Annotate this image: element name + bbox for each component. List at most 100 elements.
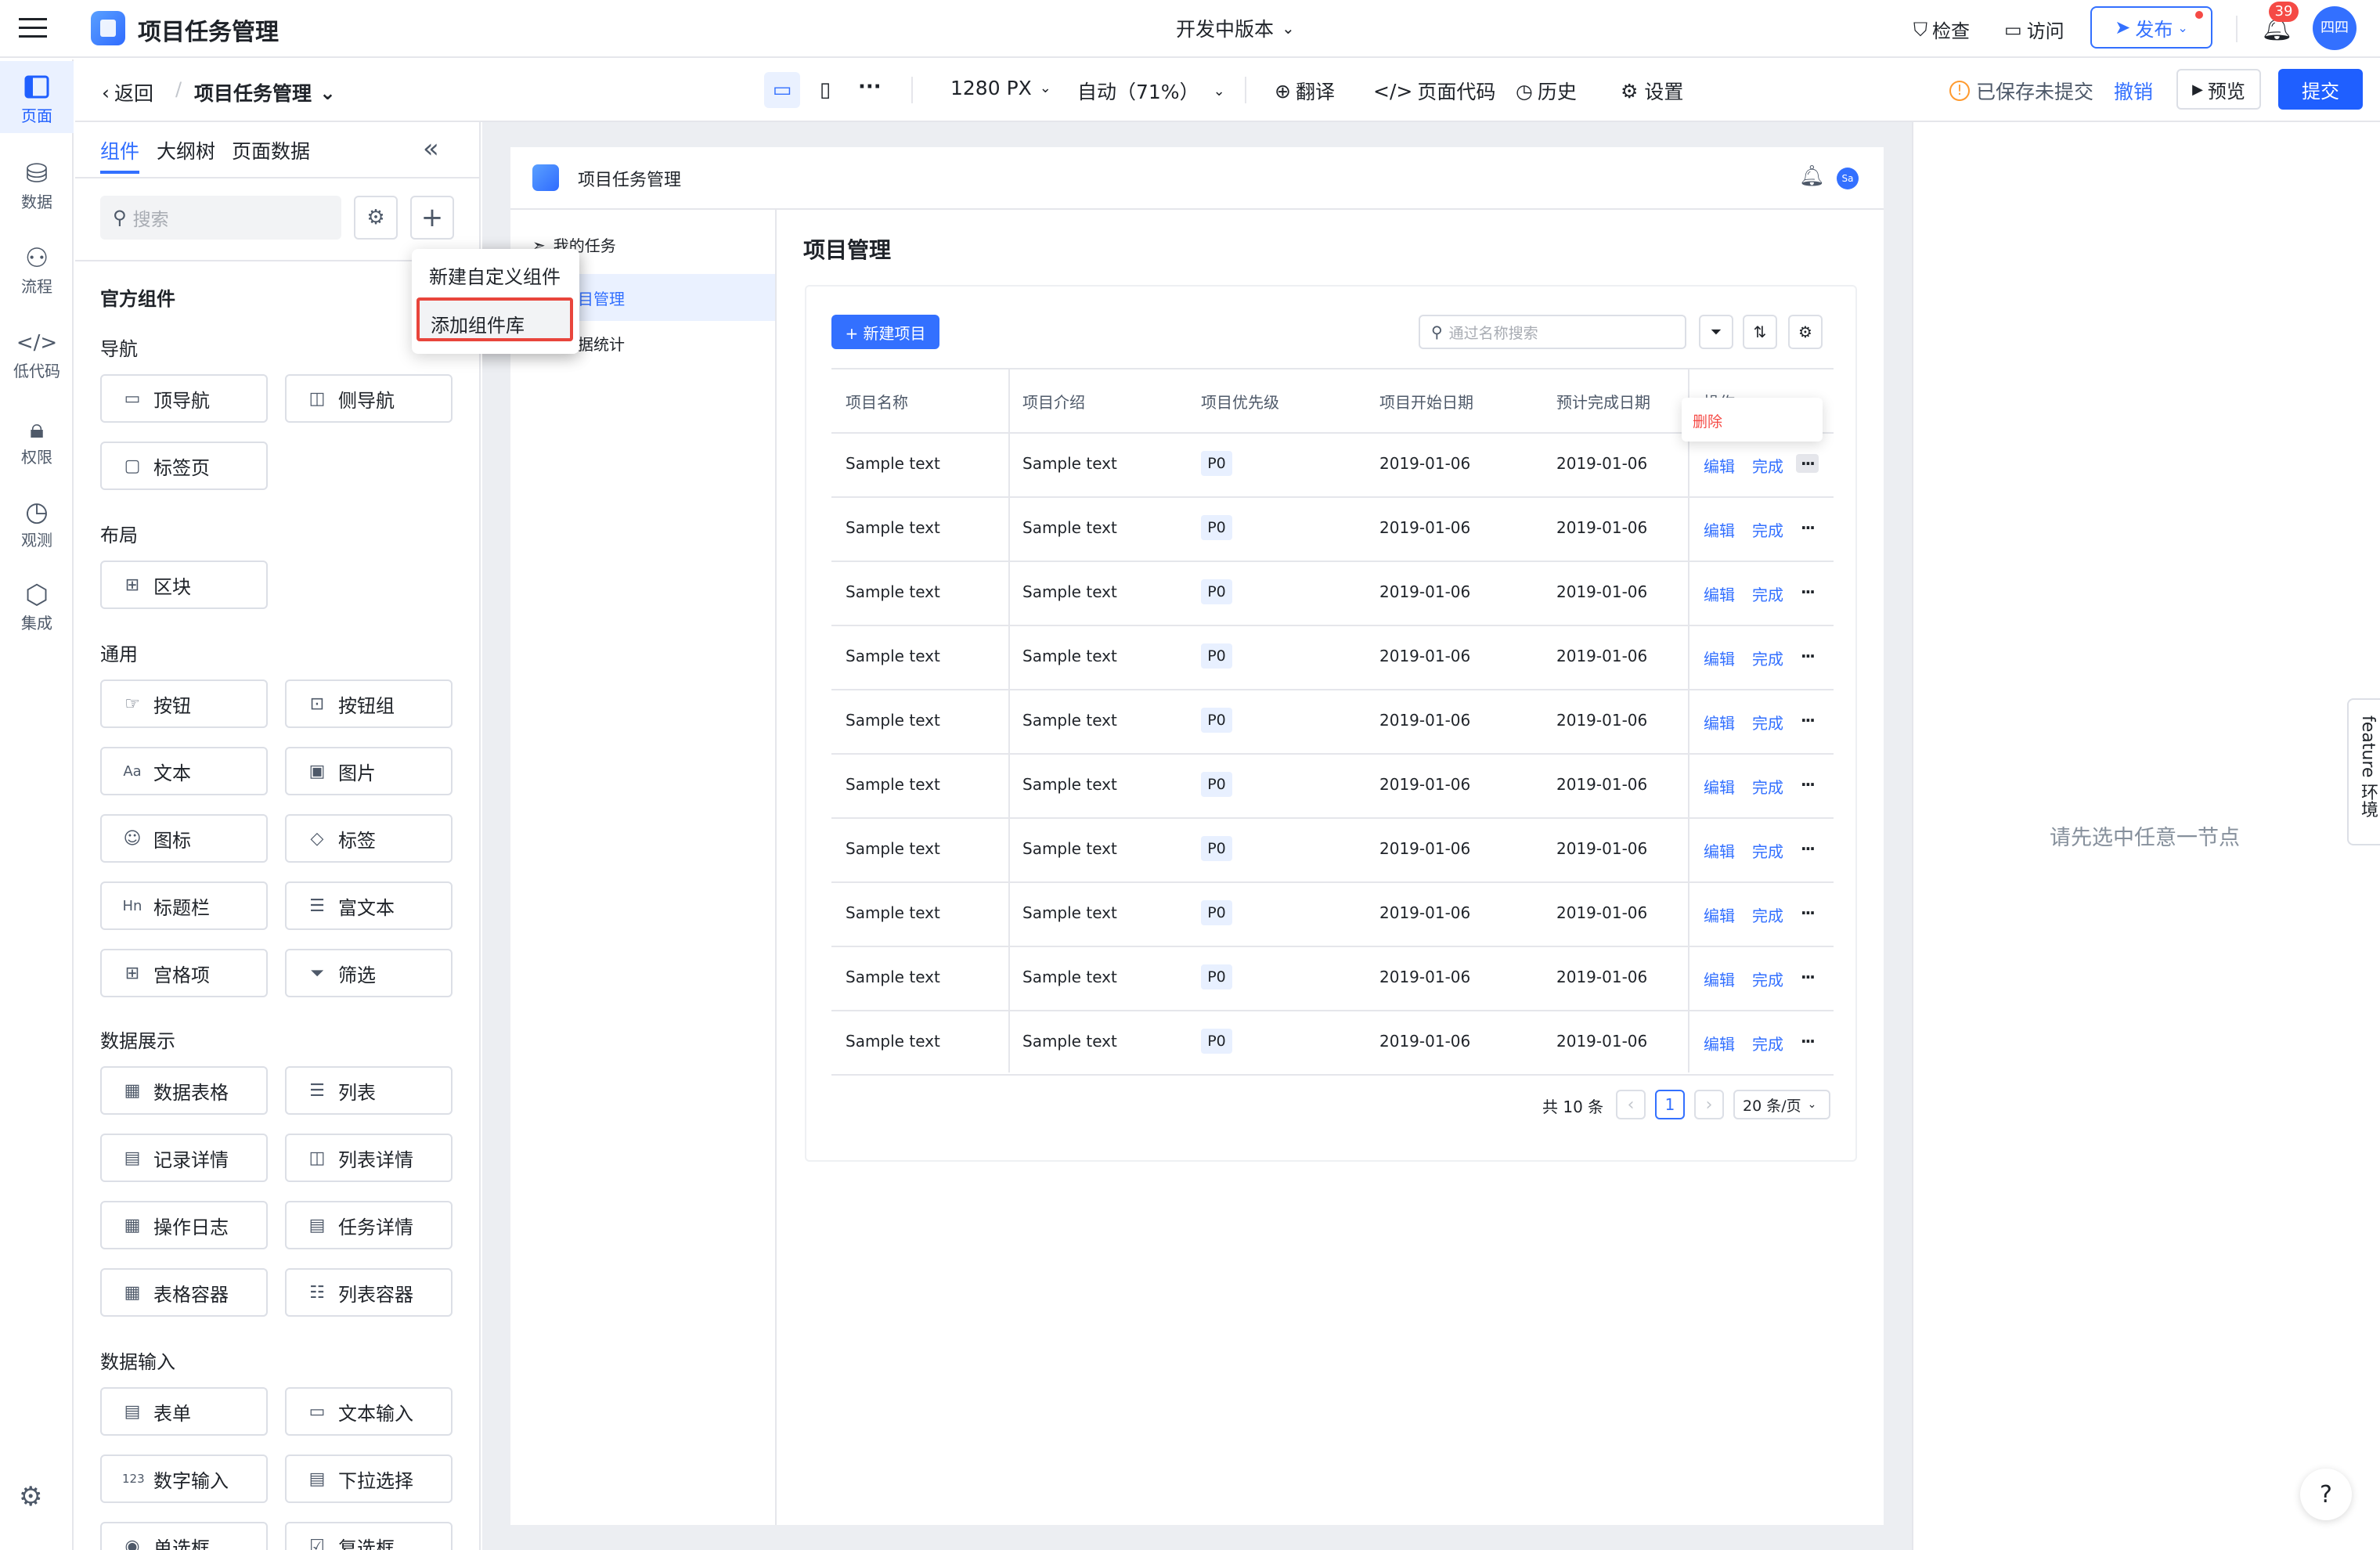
comp-text[interactable]: Aa 文本 — [100, 747, 268, 795]
more-actions-icon[interactable]: ··· — [1801, 775, 1816, 794]
page-code-button[interactable]: </> 页面代码 — [1373, 77, 1495, 105]
add-button[interactable]: + — [410, 196, 454, 240]
edit-link[interactable]: 编辑 — [1704, 518, 1735, 541]
edit-link[interactable]: 编辑 — [1704, 903, 1735, 926]
more-icon[interactable]: ··· — [858, 75, 882, 99]
comp-list-container[interactable]: ☷ 列表容器 — [285, 1268, 453, 1317]
comp-form[interactable]: ▤ 表单 — [100, 1387, 268, 1436]
feature-env-tab[interactable]: feature 环境 — [2347, 698, 2380, 845]
edit-link[interactable]: 编辑 — [1704, 454, 1735, 477]
search-input[interactable]: 搜索 — [133, 204, 169, 231]
page-1-button[interactable]: 1 — [1655, 1090, 1685, 1119]
comp-grid-item[interactable]: ⊞ 宫格项 — [100, 949, 268, 997]
more-actions-icon[interactable]: ··· — [1796, 454, 1819, 473]
filter-button[interactable]: ⏷ — [1699, 315, 1733, 349]
more-actions-icon[interactable]: ··· — [1801, 839, 1816, 858]
preview-button[interactable]: ▶ 预览 — [2176, 69, 2261, 110]
more-actions-icon[interactable]: ··· — [1801, 582, 1816, 601]
rail-item-flow[interactable]: ⚇ 流程 — [0, 243, 74, 297]
comp-block[interactable]: ⊞ 区块 — [100, 561, 268, 609]
done-link[interactable]: 完成 — [1752, 518, 1783, 541]
comp-dropdown[interactable]: ▤ 下拉选择 — [285, 1454, 453, 1503]
settings-gear-icon[interactable]: ⚙ — [19, 1481, 42, 1512]
table-settings-button[interactable]: ⚙ — [1788, 315, 1823, 349]
comp-list[interactable]: ☰ 列表 — [285, 1066, 453, 1115]
more-actions-icon[interactable]: ··· — [1801, 647, 1816, 665]
prev-page-button[interactable]: ‹ — [1616, 1090, 1646, 1119]
edit-link[interactable]: 编辑 — [1704, 968, 1735, 990]
comp-data-table[interactable]: ▦ 数据表格 — [100, 1066, 268, 1115]
comp-image[interactable]: ▣ 图片 — [285, 747, 453, 795]
desktop-view-button[interactable]: ▭ — [764, 72, 800, 108]
comp-record-detail[interactable]: ▤ 记录详情 — [100, 1134, 268, 1182]
preview-bell-icon[interactable]: 🔔︎ — [1799, 164, 1825, 188]
zoom-selector[interactable]: 自动（71%） ⌄ — [1077, 77, 1225, 105]
comp-title-bar[interactable]: Hn 标题栏 — [100, 881, 268, 930]
rail-item-lowcode[interactable]: </> 低代码 — [0, 327, 74, 381]
done-link[interactable]: 完成 — [1752, 582, 1783, 605]
menu-item-add-library[interactable]: 添加组件库 — [416, 297, 573, 341]
page-size-select[interactable]: 20 条/页 ⌄ — [1733, 1090, 1830, 1119]
more-actions-icon[interactable]: ··· — [1801, 711, 1816, 730]
delete-action[interactable]: 删除 — [1693, 410, 1722, 431]
check-button[interactable]: ⛉ 检查 — [1913, 16, 1970, 43]
publish-button[interactable]: ➤ 发布 ⌄ — [2090, 6, 2212, 49]
new-project-button[interactable]: + 新建项目 — [831, 315, 939, 349]
help-icon[interactable]: ? — [2300, 1469, 2352, 1520]
comp-icon[interactable]: ☺ 图标 — [100, 814, 268, 863]
done-link[interactable]: 完成 — [1752, 647, 1783, 669]
page-selector[interactable]: 项目任务管理 ⌄ — [194, 78, 336, 106]
collapse-icon[interactable]: « — [423, 133, 439, 164]
more-actions-icon[interactable]: ··· — [1801, 1032, 1816, 1051]
settings-gear-icon[interactable]: ⚙ — [354, 196, 398, 240]
comp-number-input[interactable]: 123 数字输入 — [100, 1454, 268, 1503]
edit-link[interactable]: 编辑 — [1704, 1032, 1735, 1054]
rail-item-integration[interactable]: ⬡ 集成 — [0, 579, 74, 633]
done-link[interactable]: 完成 — [1752, 903, 1783, 926]
edit-link[interactable]: 编辑 — [1704, 647, 1735, 669]
comp-side-nav[interactable]: ◫ 侧导航 — [285, 374, 453, 423]
edit-link[interactable]: 编辑 — [1704, 775, 1735, 798]
mobile-view-button[interactable]: ▯ — [810, 72, 841, 108]
project-search-input[interactable]: ⚲ 通过名称搜索 — [1419, 315, 1686, 349]
user-avatar[interactable]: 四四 — [2313, 6, 2357, 50]
rail-item-observe[interactable]: ◷ 观测 — [0, 496, 74, 550]
back-button[interactable]: ‹ 返回 — [102, 78, 153, 106]
done-link[interactable]: 完成 — [1752, 968, 1783, 990]
edit-link[interactable]: 编辑 — [1704, 582, 1735, 605]
undo-link[interactable]: 撤销 — [2114, 77, 2153, 105]
tab-page-data[interactable]: 页面数据 — [232, 136, 310, 164]
settings-button[interactable]: ⚙ 设置 — [1621, 77, 1683, 105]
comp-op-log[interactable]: ▦ 操作日志 — [100, 1201, 268, 1249]
version-selector[interactable]: 开发中版本 ⌄ — [1176, 14, 1295, 42]
done-link[interactable]: 完成 — [1752, 454, 1783, 477]
more-actions-icon[interactable]: ··· — [1801, 518, 1816, 537]
next-page-button[interactable]: › — [1694, 1090, 1724, 1119]
rail-item-permission[interactable]: 🔒︎ 权限 — [0, 413, 74, 467]
menu-item-new-custom[interactable]: 新建自定义组件 — [429, 261, 561, 289]
history-button[interactable]: ◷ 历史 — [1516, 77, 1577, 105]
comp-rich-text[interactable]: ☰ 富文本 — [285, 881, 453, 930]
comp-task-detail[interactable]: ▤ 任务详情 — [285, 1201, 453, 1249]
comp-text-input[interactable]: ▭ 文本输入 — [285, 1387, 453, 1436]
comp-tag[interactable]: ◇ 标签 — [285, 814, 453, 863]
translate-button[interactable]: ⊕ 翻译 — [1275, 77, 1335, 105]
sort-button[interactable]: ⇅ — [1743, 315, 1777, 349]
rail-item-page[interactable]: 页面 — [0, 61, 74, 133]
comp-button[interactable]: ☞ 按钮 — [100, 679, 268, 728]
edit-link[interactable]: 编辑 — [1704, 839, 1735, 862]
width-selector[interactable]: 1280 PX ⌄ — [950, 77, 1051, 99]
preview-avatar[interactable]: Sa — [1837, 168, 1859, 189]
done-link[interactable]: 完成 — [1752, 711, 1783, 734]
comp-list-detail[interactable]: ◫ 列表详情 — [285, 1134, 453, 1182]
done-link[interactable]: 完成 — [1752, 839, 1783, 862]
rail-item-data[interactable]: ⛁ 数据 — [0, 158, 74, 212]
tab-components[interactable]: 组件 — [100, 136, 139, 164]
visit-button[interactable]: ▭ 访问 — [2004, 16, 2064, 43]
more-actions-icon[interactable]: ··· — [1801, 968, 1816, 986]
comp-tabs[interactable]: ▢ 标签页 — [100, 442, 268, 490]
comp-checkbox[interactable]: ☑ 复选框 — [285, 1522, 453, 1550]
menu-icon[interactable] — [17, 13, 49, 44]
comp-table-container[interactable]: ▦ 表格容器 — [100, 1268, 268, 1317]
comp-top-nav[interactable]: ▭ 顶导航 — [100, 374, 268, 423]
